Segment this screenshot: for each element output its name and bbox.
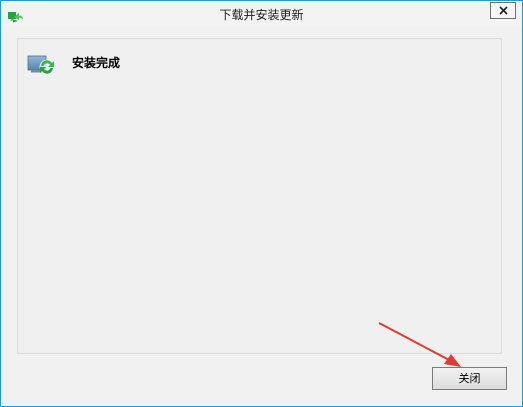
title-bar[interactable]: 下载并安装更新 xyxy=(1,1,522,27)
status-text: 安装完成 xyxy=(72,56,121,70)
close-window-button[interactable] xyxy=(490,2,516,19)
close-button[interactable]: 关闭 xyxy=(432,367,507,390)
close-icon xyxy=(499,6,508,15)
content-panel: 安装完成 xyxy=(17,38,502,354)
window-title: 下载并安装更新 xyxy=(219,8,304,22)
update-complete-icon xyxy=(27,54,57,76)
update-dialog-window: 下载并安装更新 安装完成 关闭 xyxy=(0,0,523,407)
